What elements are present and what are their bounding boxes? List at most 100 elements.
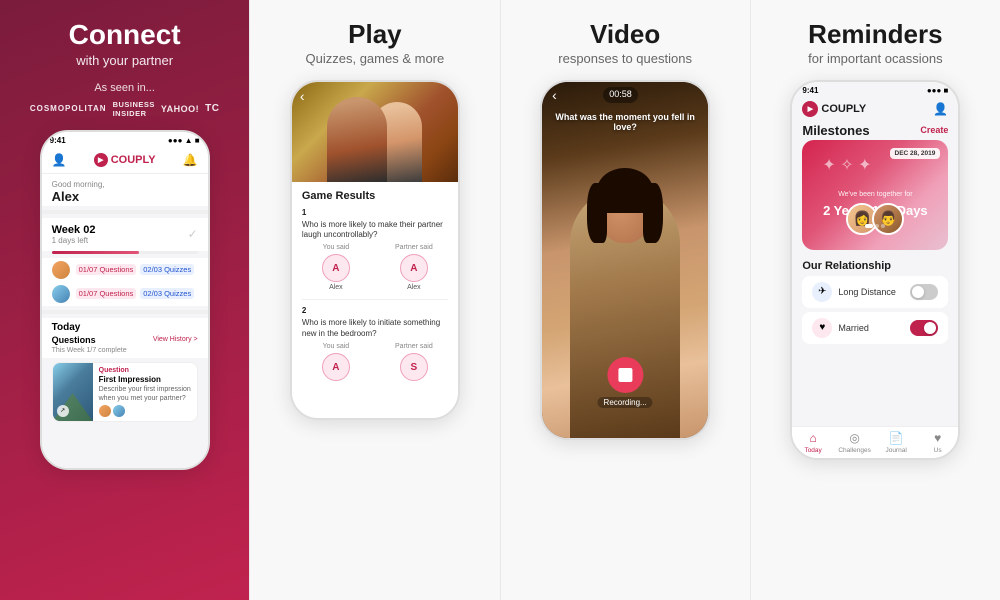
p4-user-icon[interactable]: 👤: [933, 102, 948, 116]
p1-greeting: Good morning, Alex: [42, 174, 208, 206]
phone-play: ‹ Game Results 1 Who is more likely to m…: [290, 80, 460, 420]
p4-heart-icon: ♥: [812, 318, 832, 338]
p4-long-distance-row: ✈ Long Distance: [802, 276, 948, 308]
p1-q-avatar-1: [99, 405, 111, 417]
p1-avatar-img-2: [52, 285, 70, 303]
p2-q1-partner-bubble: A: [400, 254, 428, 282]
p2-person1: [327, 97, 387, 182]
p4-milestone-card: DEC 28, 2019 ✦ ✧ ✦ We've been together f…: [802, 140, 948, 250]
p1-logo-icon: ▶: [94, 153, 108, 167]
p1-question-title: First Impression: [99, 375, 193, 384]
p4-long-distance-toggle[interactable]: [910, 284, 938, 300]
p4-married-row: ♥ Married: [802, 312, 948, 344]
p1-check-icon: ✓: [188, 227, 198, 241]
p2-q2-you-label: You said: [302, 343, 370, 350]
p2-q2-text: Who is more likely to initiate something…: [302, 318, 448, 339]
p2-q1-you-bubble: A: [322, 254, 350, 282]
p2-q2-partner-col: Partner said S: [380, 343, 448, 383]
p2-q1-text: Who is more likely to make their partner…: [302, 220, 448, 241]
panel2-header: Play Quizzes, games & more: [306, 20, 445, 66]
p1-question-avatars: [99, 405, 193, 417]
p4-nav-challenges-label: Challenges: [838, 447, 871, 454]
p1-share-icon[interactable]: ↗: [57, 405, 69, 417]
p1-q-avatar-2: [113, 405, 125, 417]
p2-q1-you-label: You said: [302, 244, 370, 251]
p2-q2-num: 2: [302, 306, 448, 315]
p1-notification-icon[interactable]: 🔔: [183, 153, 198, 167]
p1-user-row-2: 01/07 Questions 02/03 Quizzes: [42, 282, 208, 306]
brand-cosmopolitan: COSMOPOLITAN: [30, 104, 107, 113]
panel4-header: Reminders for important ocassions: [808, 20, 942, 66]
p2-content: Game Results 1 Who is more likely to mak…: [292, 182, 458, 400]
p4-plane-icon: ✈: [812, 282, 832, 302]
panel-reminders: Reminders for important ocassions 9:41 ●…: [751, 0, 1000, 600]
p1-today-section: Today Questions View History > This Week…: [42, 318, 208, 358]
p1-logo-text: COUPLY: [111, 154, 156, 166]
p2-q1-you-col: You said A Alex: [302, 244, 370, 291]
p1-avatar-2: [52, 285, 70, 303]
p3-spacer: [684, 87, 698, 103]
p2-couple: [292, 82, 458, 182]
p4-dot-2: [875, 224, 879, 228]
panel3-title: Video: [558, 20, 692, 49]
p1-week-title: Week 02: [52, 224, 96, 236]
p2-q2-partner-label: Partner said: [380, 343, 448, 350]
p4-married-label: Married: [838, 323, 869, 333]
p4-milestones-header: Milestones Create: [792, 121, 958, 140]
p1-greeting-small: Good morning,: [52, 180, 198, 189]
p1-stat-questions-1: 01/07 Questions: [76, 264, 137, 275]
p4-journal-icon: 📄: [889, 431, 904, 445]
p4-nav-challenges[interactable]: ◎ Challenges: [834, 431, 876, 454]
p4-milestones-label: Milestones: [802, 123, 869, 138]
p2-q1-answers: You said A Alex Partner said A Alex: [302, 244, 448, 291]
brand-tc: TC: [205, 103, 219, 114]
p1-time: 9:41: [50, 136, 66, 145]
panel1-title: Connect: [69, 20, 181, 51]
p1-questions-label: Questions: [52, 335, 96, 345]
panel3-header: Video responses to questions: [558, 20, 692, 66]
p2-q1-partner-col: Partner said A Alex: [380, 244, 448, 291]
p4-nav-today[interactable]: ⌂ Today: [792, 431, 834, 454]
p4-long-distance-knob: [912, 286, 924, 298]
p4-home-icon: ⌂: [810, 431, 817, 445]
p4-couple-avatars: 👩 👨: [846, 203, 904, 235]
p2-q1-num: 1: [302, 208, 448, 217]
p4-nav-us[interactable]: ♥ Us: [917, 431, 959, 454]
p1-question-card[interactable]: ↗ Question First Impression Describe you…: [52, 362, 198, 422]
p4-married-knob: [924, 322, 936, 334]
p4-nav-journal[interactable]: 📄 Journal: [875, 431, 917, 454]
p4-logo-icon: ▶: [802, 101, 818, 117]
panel4-title: Reminders: [808, 20, 942, 49]
panel1-header: Connect with your partner: [69, 20, 181, 68]
phone-reminders: 9:41 ●●● ■ ▶ COUPLY 👤 Milestones Create …: [790, 80, 960, 460]
p2-q2-you-bubble: A: [322, 353, 350, 381]
main-container: Connect with your partner As seen in... …: [0, 0, 1000, 600]
p2-question-2: 2 Who is more likely to initiate somethi…: [302, 306, 448, 383]
brand-yahoo: yahoo!: [161, 104, 199, 114]
p4-logo-text: COUPLY: [821, 103, 866, 115]
p3-screen: ‹ 00:58 What was the moment you fell in …: [542, 82, 708, 438]
p3-recording-text: Recording...: [598, 397, 653, 408]
panel-video: Video responses to questions ‹ 00:58 Wha…: [501, 0, 751, 600]
p3-stop-icon: [618, 368, 632, 382]
p2-q1-partner-name: Alex: [380, 284, 448, 291]
p1-question-content: Question First Impression Describe your …: [99, 363, 197, 421]
p1-statusbar: 9:41 ●●● ▲ ■: [42, 132, 208, 147]
panel3-subtitle: responses to questions: [558, 51, 692, 66]
p3-back-button[interactable]: ‹: [552, 87, 557, 103]
p2-screen: ‹ Game Results 1 Who is more likely to m…: [292, 82, 458, 418]
phone-connect: 9:41 ●●● ▲ ■ 👤 ▶ COUPLY 🔔 Good morning,: [40, 130, 210, 470]
p4-status-icons: ●●● ■: [927, 86, 949, 95]
p4-nav-us-label: Us: [934, 447, 942, 454]
p3-stop-button[interactable]: [607, 357, 643, 393]
p1-stat-questions-2: 01/07 Questions: [76, 288, 137, 299]
p4-challenges-icon: ◎: [849, 431, 859, 445]
p1-view-history[interactable]: View History >: [153, 336, 198, 343]
p4-create-button[interactable]: Create: [920, 125, 948, 135]
p1-question-label: Question: [99, 367, 193, 374]
p1-avatar-img-1: [52, 261, 70, 279]
p4-date-badge: DEC 28, 2019: [890, 148, 941, 159]
p1-navbar: 👤 ▶ COUPLY 🔔: [42, 147, 208, 174]
p4-married-toggle[interactable]: [910, 320, 938, 336]
p4-heart-nav-icon: ♥: [934, 431, 941, 445]
